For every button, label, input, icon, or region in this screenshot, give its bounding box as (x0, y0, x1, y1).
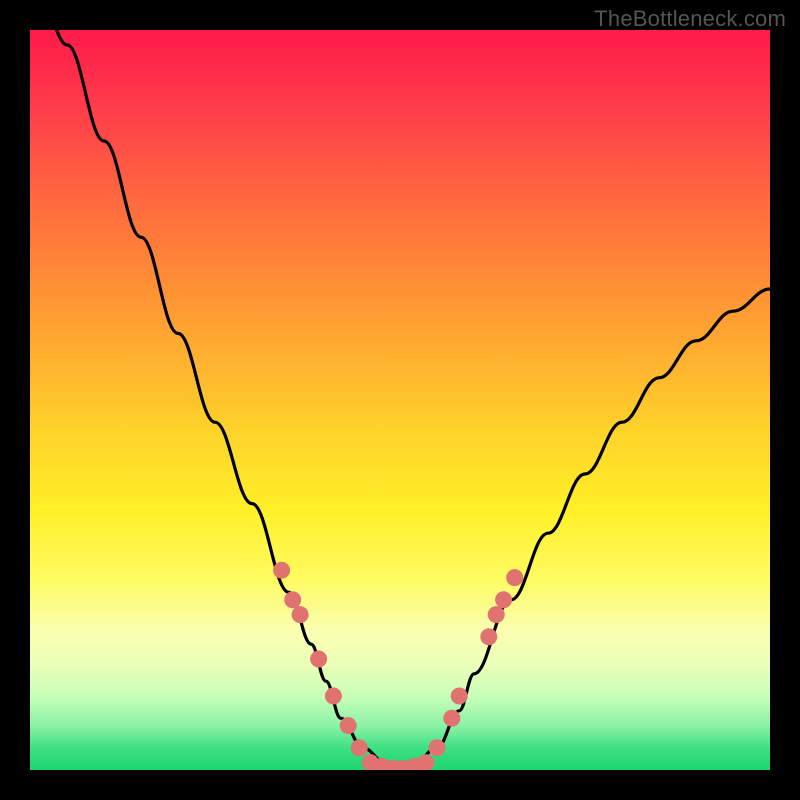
data-marker (488, 606, 505, 623)
marker-group (273, 562, 523, 770)
data-marker (429, 739, 446, 756)
data-marker (310, 651, 327, 668)
chart-svg-layer (30, 30, 770, 770)
data-marker (451, 688, 468, 705)
data-marker (340, 717, 357, 734)
data-marker (351, 739, 368, 756)
data-marker (480, 628, 497, 645)
data-marker (506, 569, 523, 586)
bottleneck-curve (30, 30, 770, 770)
data-marker (325, 688, 342, 705)
data-marker (417, 754, 434, 770)
data-marker (273, 562, 290, 579)
data-marker (495, 591, 512, 608)
data-marker (443, 710, 460, 727)
chart-plot-area (30, 30, 770, 770)
data-marker (292, 606, 309, 623)
watermark-text: TheBottleneck.com (594, 6, 786, 32)
data-marker (284, 591, 301, 608)
